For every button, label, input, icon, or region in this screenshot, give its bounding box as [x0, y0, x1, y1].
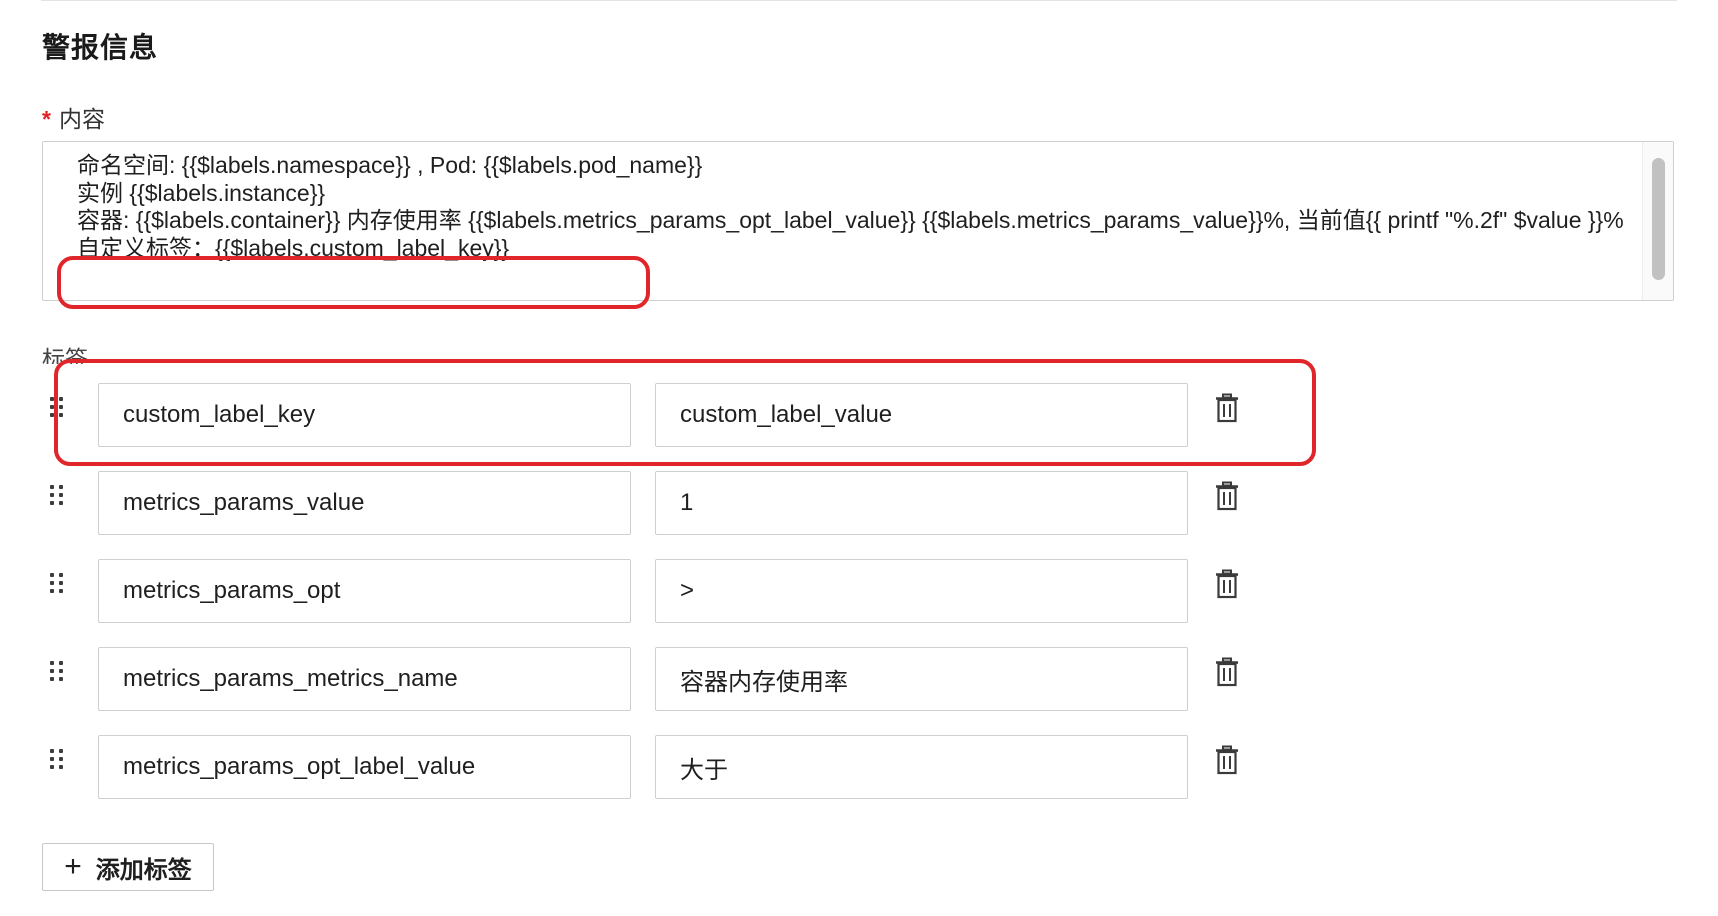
- label-key-input[interactable]: [98, 471, 631, 535]
- content-text[interactable]: 命名空间: {{$labels.namespace}} , Pod: {{$la…: [77, 152, 1637, 262]
- add-label-button[interactable]: + 添加标签: [42, 843, 214, 891]
- drag-handle-icon[interactable]: [50, 397, 66, 421]
- label-value-input[interactable]: [655, 471, 1188, 535]
- scrollbar-thumb[interactable]: [1652, 158, 1665, 280]
- label-value-input[interactable]: [655, 559, 1188, 623]
- label-value-input[interactable]: [655, 383, 1188, 447]
- content-label: * 内容: [42, 100, 105, 134]
- divider: [41, 0, 1677, 1]
- label-value-input[interactable]: [655, 647, 1188, 711]
- textarea-scrollbar[interactable]: [1642, 142, 1673, 300]
- labels-title: 标签: [42, 346, 88, 364]
- trash-icon[interactable]: [1214, 657, 1240, 687]
- alert-info-form: 警报信息 * 内容 命名空间: {{$labels.namespace}} , P…: [0, 0, 1718, 916]
- label-key-input[interactable]: [98, 735, 631, 799]
- label-row: [0, 383, 1718, 449]
- label-row: [0, 735, 1718, 801]
- drag-handle-icon[interactable]: [50, 661, 66, 685]
- drag-handle-icon[interactable]: [50, 485, 66, 509]
- drag-handle-icon[interactable]: [50, 749, 66, 773]
- label-value-input[interactable]: [655, 735, 1188, 799]
- label-row: [0, 647, 1718, 713]
- add-label-text: 添加标签: [95, 856, 192, 884]
- label-row: [0, 471, 1718, 537]
- label-key-input[interactable]: [98, 647, 631, 711]
- trash-icon[interactable]: [1214, 569, 1240, 599]
- drag-handle-icon[interactable]: [50, 573, 66, 597]
- label-key-input[interactable]: [98, 383, 631, 447]
- label-key-input[interactable]: [98, 559, 631, 623]
- trash-icon[interactable]: [1214, 745, 1240, 775]
- label-row: [0, 559, 1718, 625]
- trash-icon[interactable]: [1214, 481, 1240, 511]
- content-textarea[interactable]: 命名空间: {{$labels.namespace}} , Pod: {{$la…: [42, 141, 1674, 301]
- trash-icon[interactable]: [1214, 393, 1240, 423]
- plus-icon: +: [64, 850, 82, 883]
- content-label-text: 内容: [58, 106, 105, 132]
- required-mark: *: [42, 106, 51, 132]
- section-title: 警报信息: [42, 32, 159, 63]
